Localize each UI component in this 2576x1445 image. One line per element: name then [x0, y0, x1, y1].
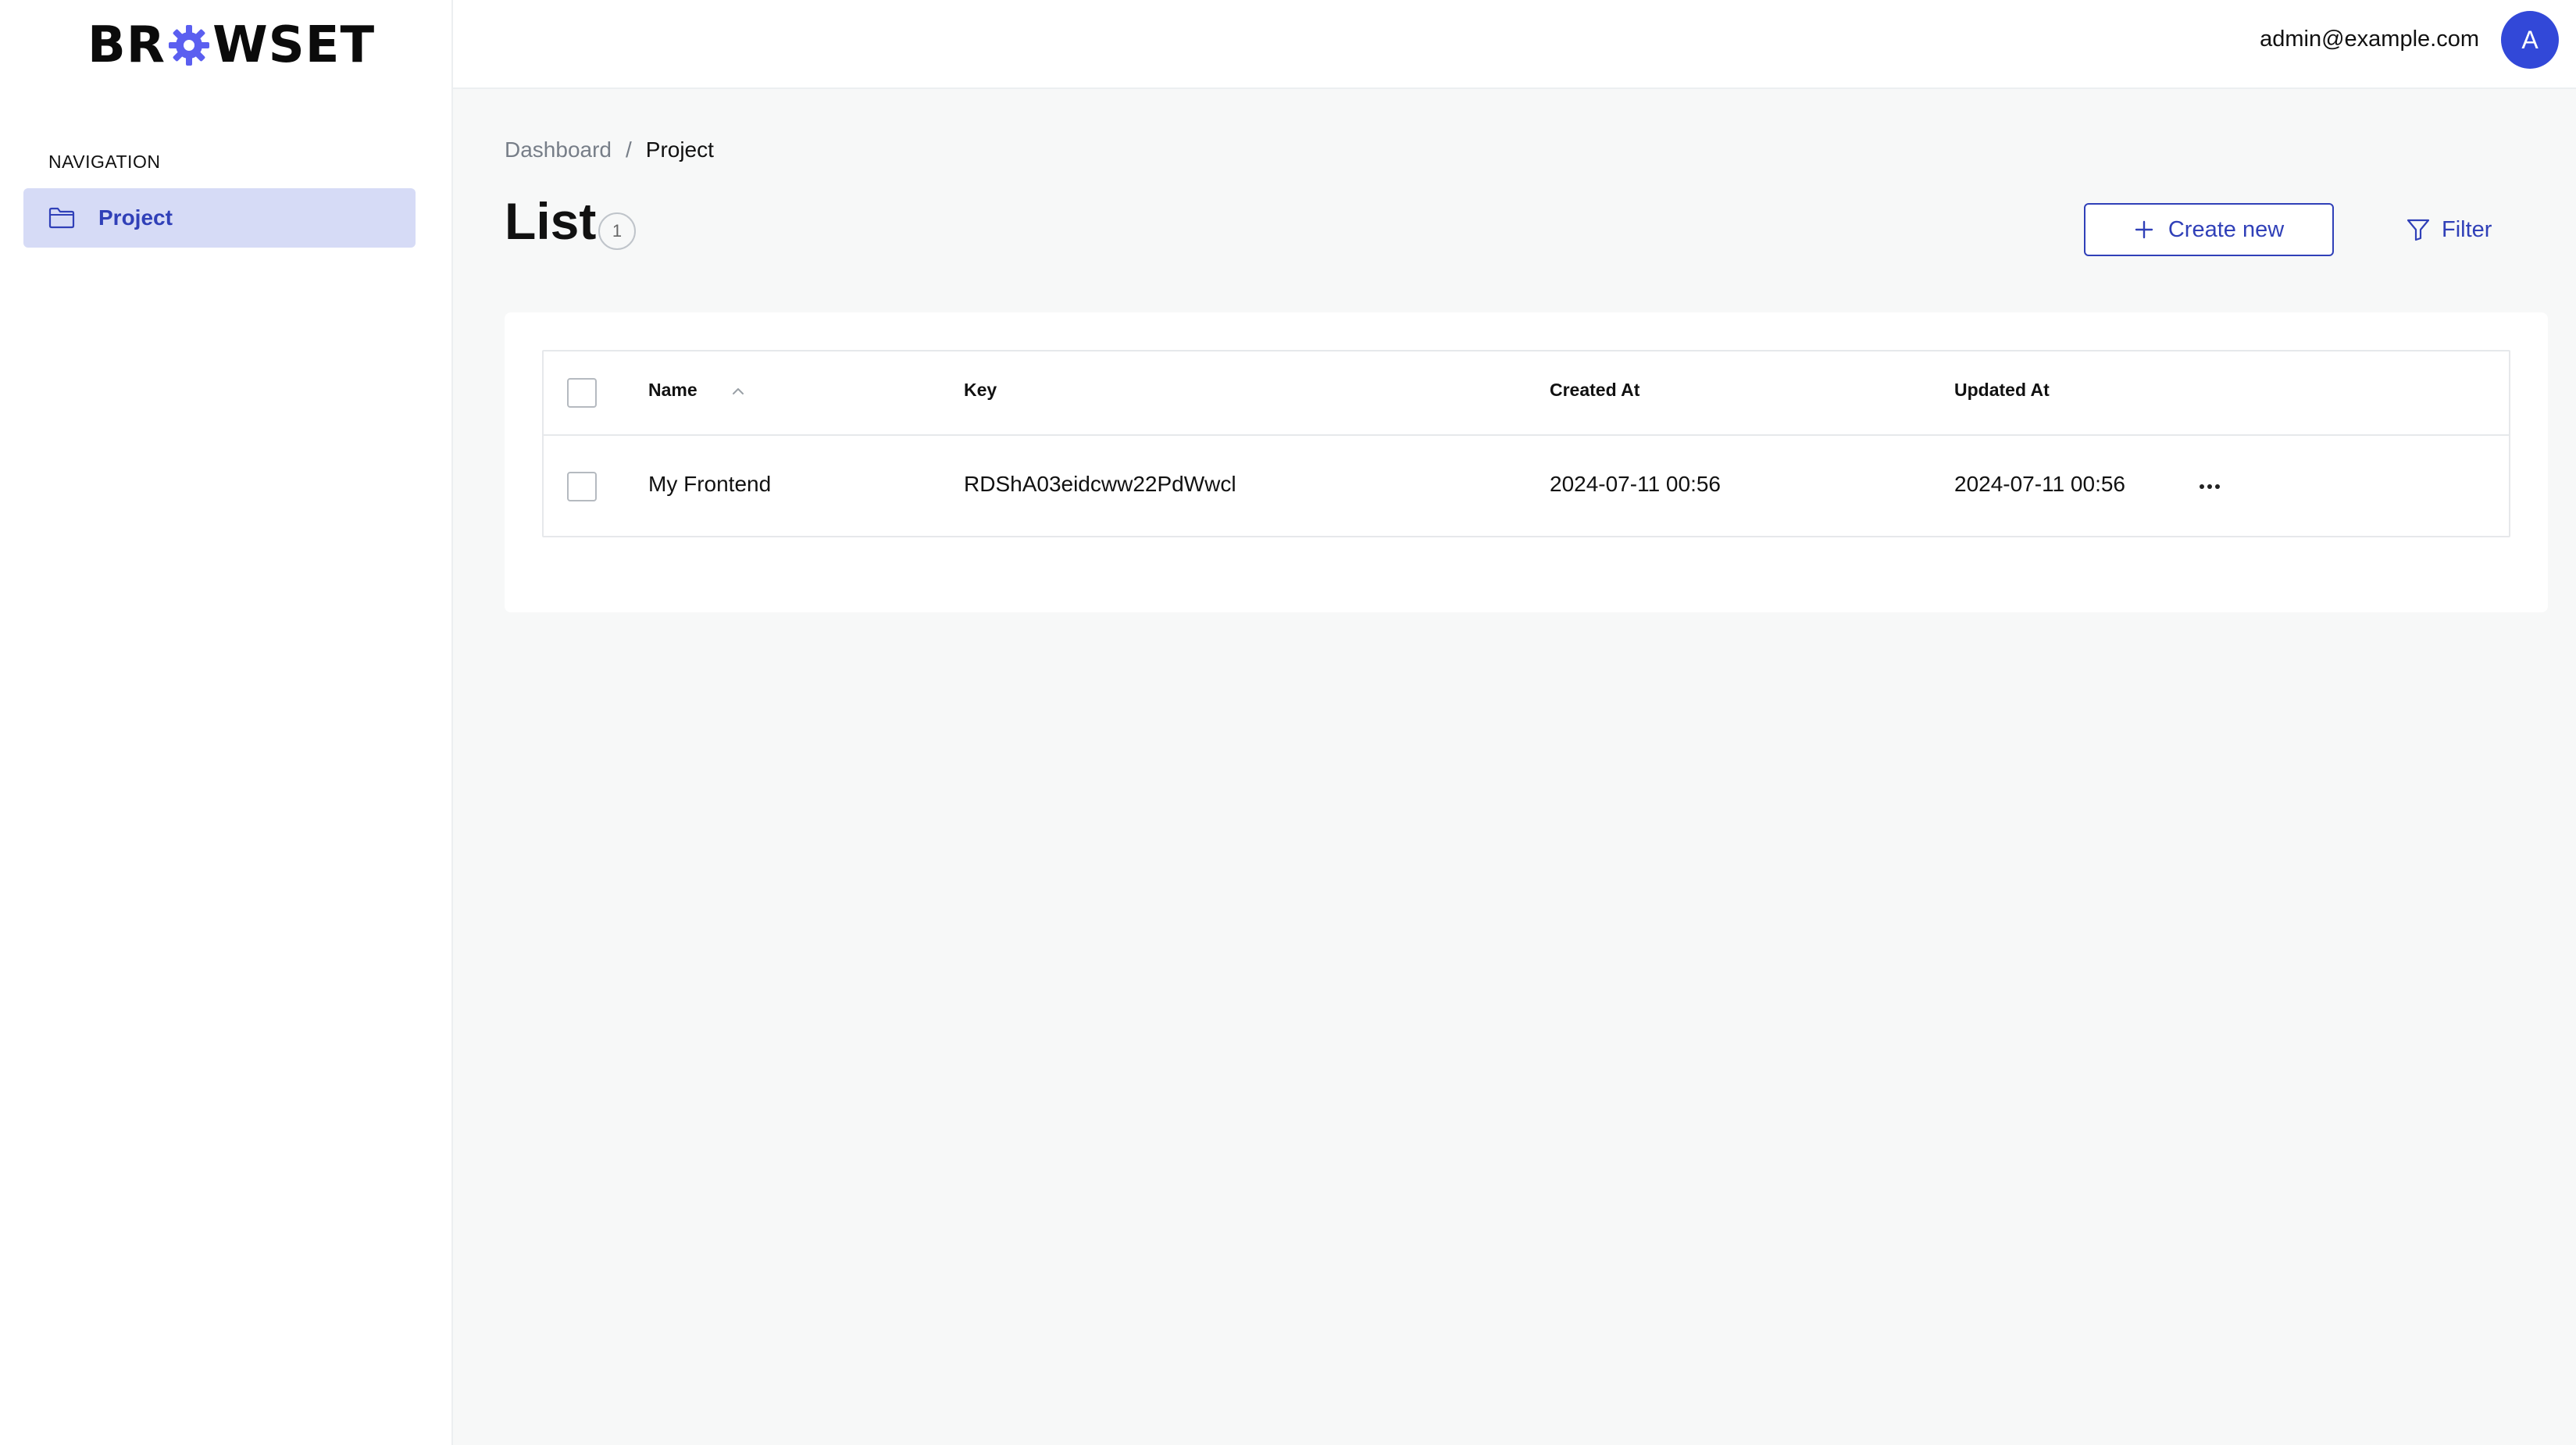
filter-label: Filter [2442, 216, 2492, 242]
breadcrumb-current: Project [645, 137, 714, 162]
table-row[interactable]: My Frontend RDShA03eidcww22PdWwcl 2024-0… [544, 436, 2509, 537]
plus-icon [2134, 219, 2154, 240]
page-title: List [505, 192, 597, 250]
count-badge: 1 [598, 212, 636, 250]
filter-button[interactable]: Filter [2406, 205, 2515, 255]
user-email: admin@example.com [2260, 27, 2479, 52]
sort-ascending-icon[interactable] [728, 381, 748, 401]
row-checkbox[interactable] [567, 472, 597, 501]
nav-heading: NAVIGATION [48, 152, 161, 172]
sidebar-item-project[interactable]: Project [23, 188, 416, 248]
create-new-label: Create new [2167, 216, 2285, 242]
logo-text-right: WSET [212, 16, 376, 74]
table-header: Name Key Created At Updated At [544, 351, 2509, 436]
gear-logo-icon [167, 23, 211, 67]
cell-key: RDShA03eidcww22PdWwcl [964, 472, 1236, 496]
more-horizontal-icon [2200, 484, 2220, 489]
app-root: BR WSET NAVIGATION Project admin@example… [0, 0, 2576, 1445]
sidebar-item-label: Project [98, 205, 173, 230]
create-new-button[interactable]: Create new [2084, 203, 2334, 256]
avatar[interactable]: A [2501, 11, 2559, 69]
column-header-created-at: Created At [1550, 380, 1640, 400]
filter-icon [2406, 217, 2431, 242]
cell-created-at: 2024-07-11 00:56 [1550, 472, 1721, 496]
cell-name[interactable]: My Frontend [648, 472, 771, 497]
list-card: Name Key Created At Updated At My Fronte… [505, 312, 2548, 612]
folder-icon [48, 206, 75, 230]
logo[interactable]: BR WSET [87, 16, 376, 74]
project-table: Name Key Created At Updated At My Fronte… [542, 350, 2510, 537]
logo-text-left: BR [87, 16, 166, 74]
column-header-name[interactable]: Name [648, 380, 698, 401]
column-header-key: Key [964, 380, 997, 400]
breadcrumb-separator: / [625, 137, 632, 162]
row-actions-button[interactable] [2192, 473, 2228, 501]
breadcrumb-dashboard-link[interactable]: Dashboard [505, 137, 612, 162]
sidebar: BR WSET NAVIGATION Project [0, 0, 453, 1445]
column-header-updated-at: Updated At [1954, 380, 2050, 400]
select-all-checkbox[interactable] [567, 378, 597, 408]
breadcrumb: Dashboard / Project [505, 137, 714, 162]
cell-updated-at: 2024-07-11 00:56 [1954, 472, 2125, 496]
topbar: admin@example.com A [453, 0, 2576, 89]
